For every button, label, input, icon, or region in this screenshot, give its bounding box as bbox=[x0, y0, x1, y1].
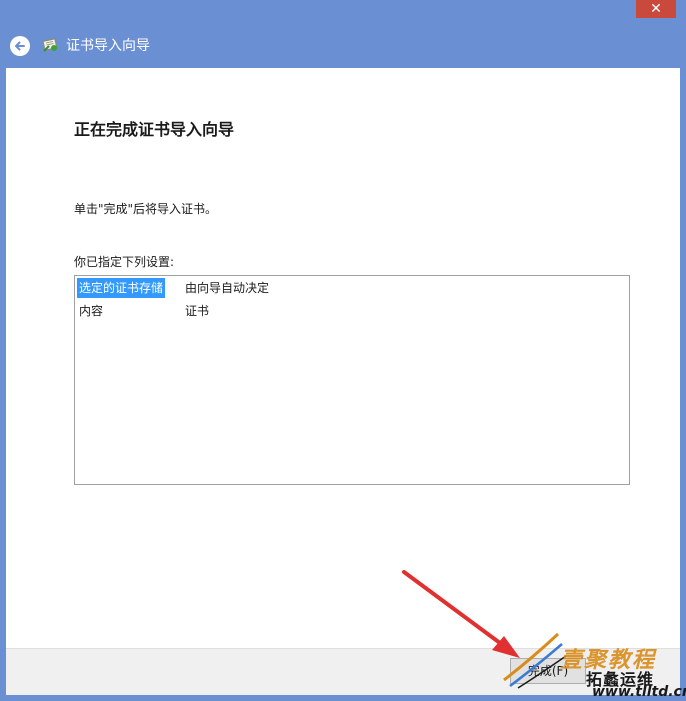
settings-key: 内容 bbox=[79, 304, 104, 318]
settings-value: 由向导自动决定 bbox=[185, 281, 270, 295]
settings-row-content[interactable]: 内容 证书 bbox=[77, 301, 617, 321]
certificate-wizard-icon bbox=[42, 38, 58, 52]
wizard-window: ✕ 证书导入向导 正在完成证书导入向导 单击"完成"后将导入证书。 你已指定下列… bbox=[0, 0, 686, 701]
settings-value: 证书 bbox=[185, 304, 210, 318]
back-arrow-icon bbox=[15, 41, 25, 51]
watermark: 壹聚教程 拓蠡运维 www.tlltd.cn bbox=[500, 630, 686, 701]
close-button[interactable]: ✕ bbox=[636, 0, 676, 18]
settings-label: 你已指定下列设置: bbox=[74, 255, 175, 269]
watermark-url: www.tlltd.cn bbox=[592, 684, 686, 700]
title-bar: 证书导入向导 bbox=[0, 24, 686, 68]
settings-row-store[interactable]: 选定的证书存储 由向导自动决定 bbox=[77, 278, 617, 298]
instruction-text: 单击"完成"后将导入证书。 bbox=[74, 202, 218, 216]
wizard-content: 正在完成证书导入向导 单击"完成"后将导入证书。 你已指定下列设置: 选定的证书… bbox=[6, 68, 680, 648]
close-icon: ✕ bbox=[650, 1, 662, 17]
settings-list[interactable]: 选定的证书存储 由向导自动决定 内容 证书 bbox=[74, 275, 630, 485]
settings-key: 选定的证书存储 bbox=[77, 278, 166, 298]
window-title: 证书导入向导 bbox=[66, 38, 150, 54]
back-button[interactable] bbox=[10, 36, 30, 56]
page-heading: 正在完成证书导入向导 bbox=[74, 120, 235, 139]
